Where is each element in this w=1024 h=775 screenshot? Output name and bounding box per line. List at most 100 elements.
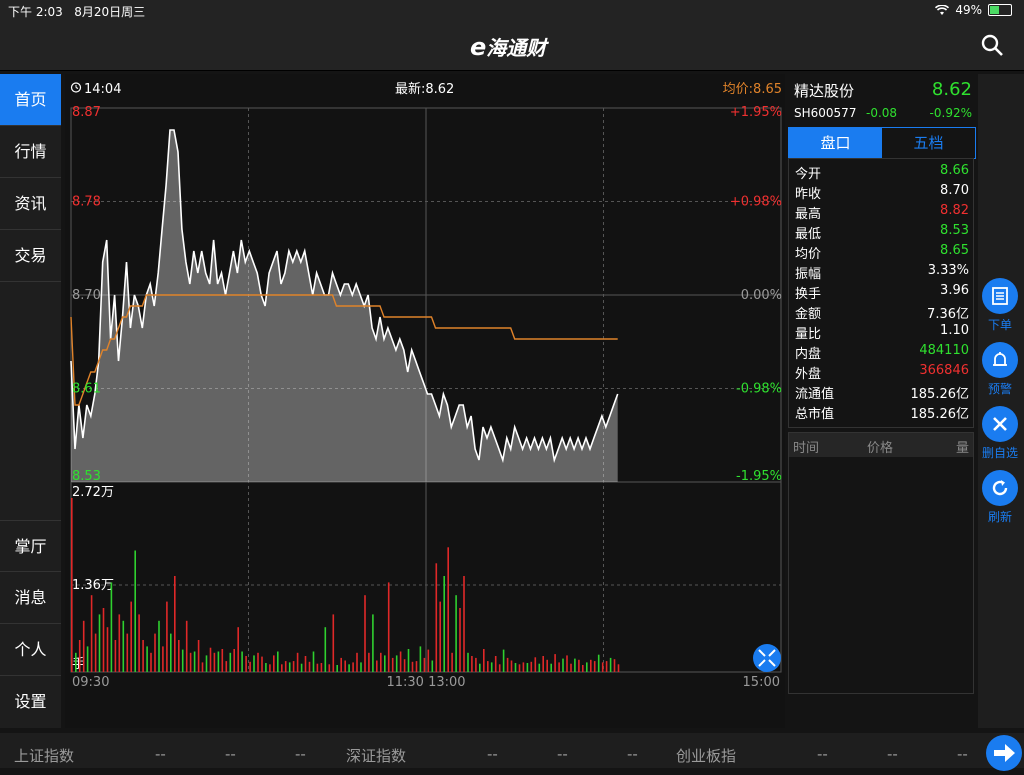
sidebar-item-profile[interactable]: 个人 <box>0 624 61 676</box>
volume-bar <box>253 655 255 672</box>
index-cy-pct: -- <box>957 745 968 763</box>
status-bar: 下午 2:03 8月20日周三 49% <box>0 0 1024 20</box>
volume-bar <box>288 662 291 672</box>
volume-bar <box>471 656 473 672</box>
intraday-chart[interactable]: 14:04 最新:8.62 均价:8.65 8.87 8.78 8.70 8.61 8.… <box>65 74 785 728</box>
index-cy-value: -- <box>817 745 828 763</box>
stat-row: 换手 3.96 <box>795 283 969 303</box>
volume-bar <box>522 662 525 672</box>
order-label: 下单 <box>987 318 1012 332</box>
volume-bar <box>174 576 176 672</box>
volume-bar <box>498 664 501 672</box>
volume-bar <box>257 652 259 672</box>
volume-bar <box>281 664 283 672</box>
volume-bar <box>304 656 307 672</box>
remove-favorite-label: 删自选 <box>981 446 1018 460</box>
order-button[interactable]: 下单 <box>980 278 1020 333</box>
refresh-label: 刷新 <box>987 510 1012 524</box>
sidebar-item-trade[interactable]: 交易 <box>0 230 61 282</box>
sidebar-item-market[interactable]: 行情 <box>0 126 61 178</box>
volume-bar <box>605 661 608 672</box>
volume-bar <box>578 659 580 672</box>
next-index-button[interactable] <box>986 735 1022 771</box>
search-icon[interactable] <box>980 33 1004 57</box>
tool-bar: 下单 预警 删自选 刷新 <box>978 74 1024 728</box>
volume-bar <box>586 662 588 672</box>
tab-five-levels[interactable]: 五档 <box>882 128 975 158</box>
index-cy-change: -- <box>887 745 898 763</box>
volume-bar <box>71 498 73 672</box>
alarm-clock-icon <box>70 82 82 93</box>
volume-bar <box>387 582 390 672</box>
volume-bar <box>459 608 461 672</box>
index-sh-value: -- <box>155 745 166 763</box>
volume-bar <box>550 663 552 672</box>
volume-bar <box>566 655 568 672</box>
fullscreen-button[interactable] <box>753 644 781 672</box>
volume-bar <box>320 663 323 672</box>
volume-bar <box>340 657 342 672</box>
volume-bar <box>134 550 136 672</box>
volume-bar <box>189 652 192 672</box>
volume-bar <box>506 657 509 672</box>
refresh-button[interactable]: 刷新 <box>980 470 1020 525</box>
volume-bar <box>574 658 576 672</box>
volume-bar <box>308 661 311 672</box>
stock-change: -0.08 <box>866 106 898 120</box>
sidebar-item-messages[interactable]: 消息 <box>0 572 61 624</box>
y-left-tick: 8.78 <box>72 195 101 210</box>
chart-panel[interactable]: 14:04 最新:8.62 均价:8.65 8.87 8.78 8.70 8.61 8.… <box>65 74 785 728</box>
volume-bar <box>98 614 101 672</box>
volume-bar <box>237 627 239 672</box>
index-ticker-bar[interactable]: 上证指数 -- -- -- 深证指数 -- -- -- 创业板指 -- -- -… <box>0 733 1024 771</box>
volume-bar <box>455 595 457 672</box>
index-sz-change: -- <box>557 745 568 763</box>
wifi-icon <box>935 4 950 15</box>
stat-row: 金额 7.36亿 <box>795 303 969 323</box>
volume-bar <box>538 663 541 672</box>
volume-bar <box>86 646 89 672</box>
sidebar-item-home[interactable]: 首页 <box>0 74 61 126</box>
battery-icon <box>988 4 1012 16</box>
stat-label: 内盘 <box>795 347 822 362</box>
header-volume: 量 <box>955 441 969 456</box>
volume-bar <box>193 651 196 672</box>
y-left-tick: 8.87 <box>72 105 101 120</box>
volume-bar <box>273 655 275 672</box>
volume-bar <box>419 646 422 672</box>
stat-label: 均价 <box>795 247 822 262</box>
volume-bar <box>126 633 129 672</box>
volume-bar <box>316 663 319 672</box>
volume-bar <box>296 652 299 672</box>
alert-button[interactable]: 预警 <box>980 342 1020 397</box>
alert-label: 预警 <box>987 382 1012 396</box>
volume-bar <box>423 657 426 672</box>
tab-handicap[interactable]: 盘口 <box>789 128 882 158</box>
sidebar-item-settings[interactable]: 设置 <box>0 676 61 728</box>
stat-value: 185.26亿 <box>910 407 970 422</box>
volume-bar <box>332 614 335 672</box>
stock-change-pct: -0.92% <box>929 106 972 120</box>
volume-bar <box>554 654 556 672</box>
volume-bar <box>336 665 338 672</box>
volume-bar <box>265 663 267 672</box>
trade-detail-table[interactable]: 时间 价格 量 <box>788 432 974 694</box>
volume-bar <box>122 620 125 672</box>
volume-bar <box>201 662 204 672</box>
status-left: 下午 2:03 8月20日周三 <box>8 3 145 20</box>
volume-bar <box>609 657 612 672</box>
sidebar-item-news[interactable]: 资讯 <box>0 178 61 230</box>
volume-bar <box>170 633 172 672</box>
volume-bar <box>344 660 346 672</box>
volume-bar <box>518 664 521 672</box>
volume-bar <box>269 664 271 672</box>
stat-value: 3.96 <box>940 283 969 298</box>
sidebar-item-hall[interactable]: 掌厅 <box>0 520 61 572</box>
volume-bar <box>205 655 208 672</box>
remove-favorite-button[interactable]: 删自选 <box>980 406 1020 461</box>
volume-bar <box>431 660 434 672</box>
quote-header: 精达股份 8.62 SH600577 -0.08 -0.92% <box>788 74 976 122</box>
volume-bar <box>494 656 497 672</box>
volume-bar <box>399 651 402 672</box>
volume-bar <box>106 627 109 672</box>
